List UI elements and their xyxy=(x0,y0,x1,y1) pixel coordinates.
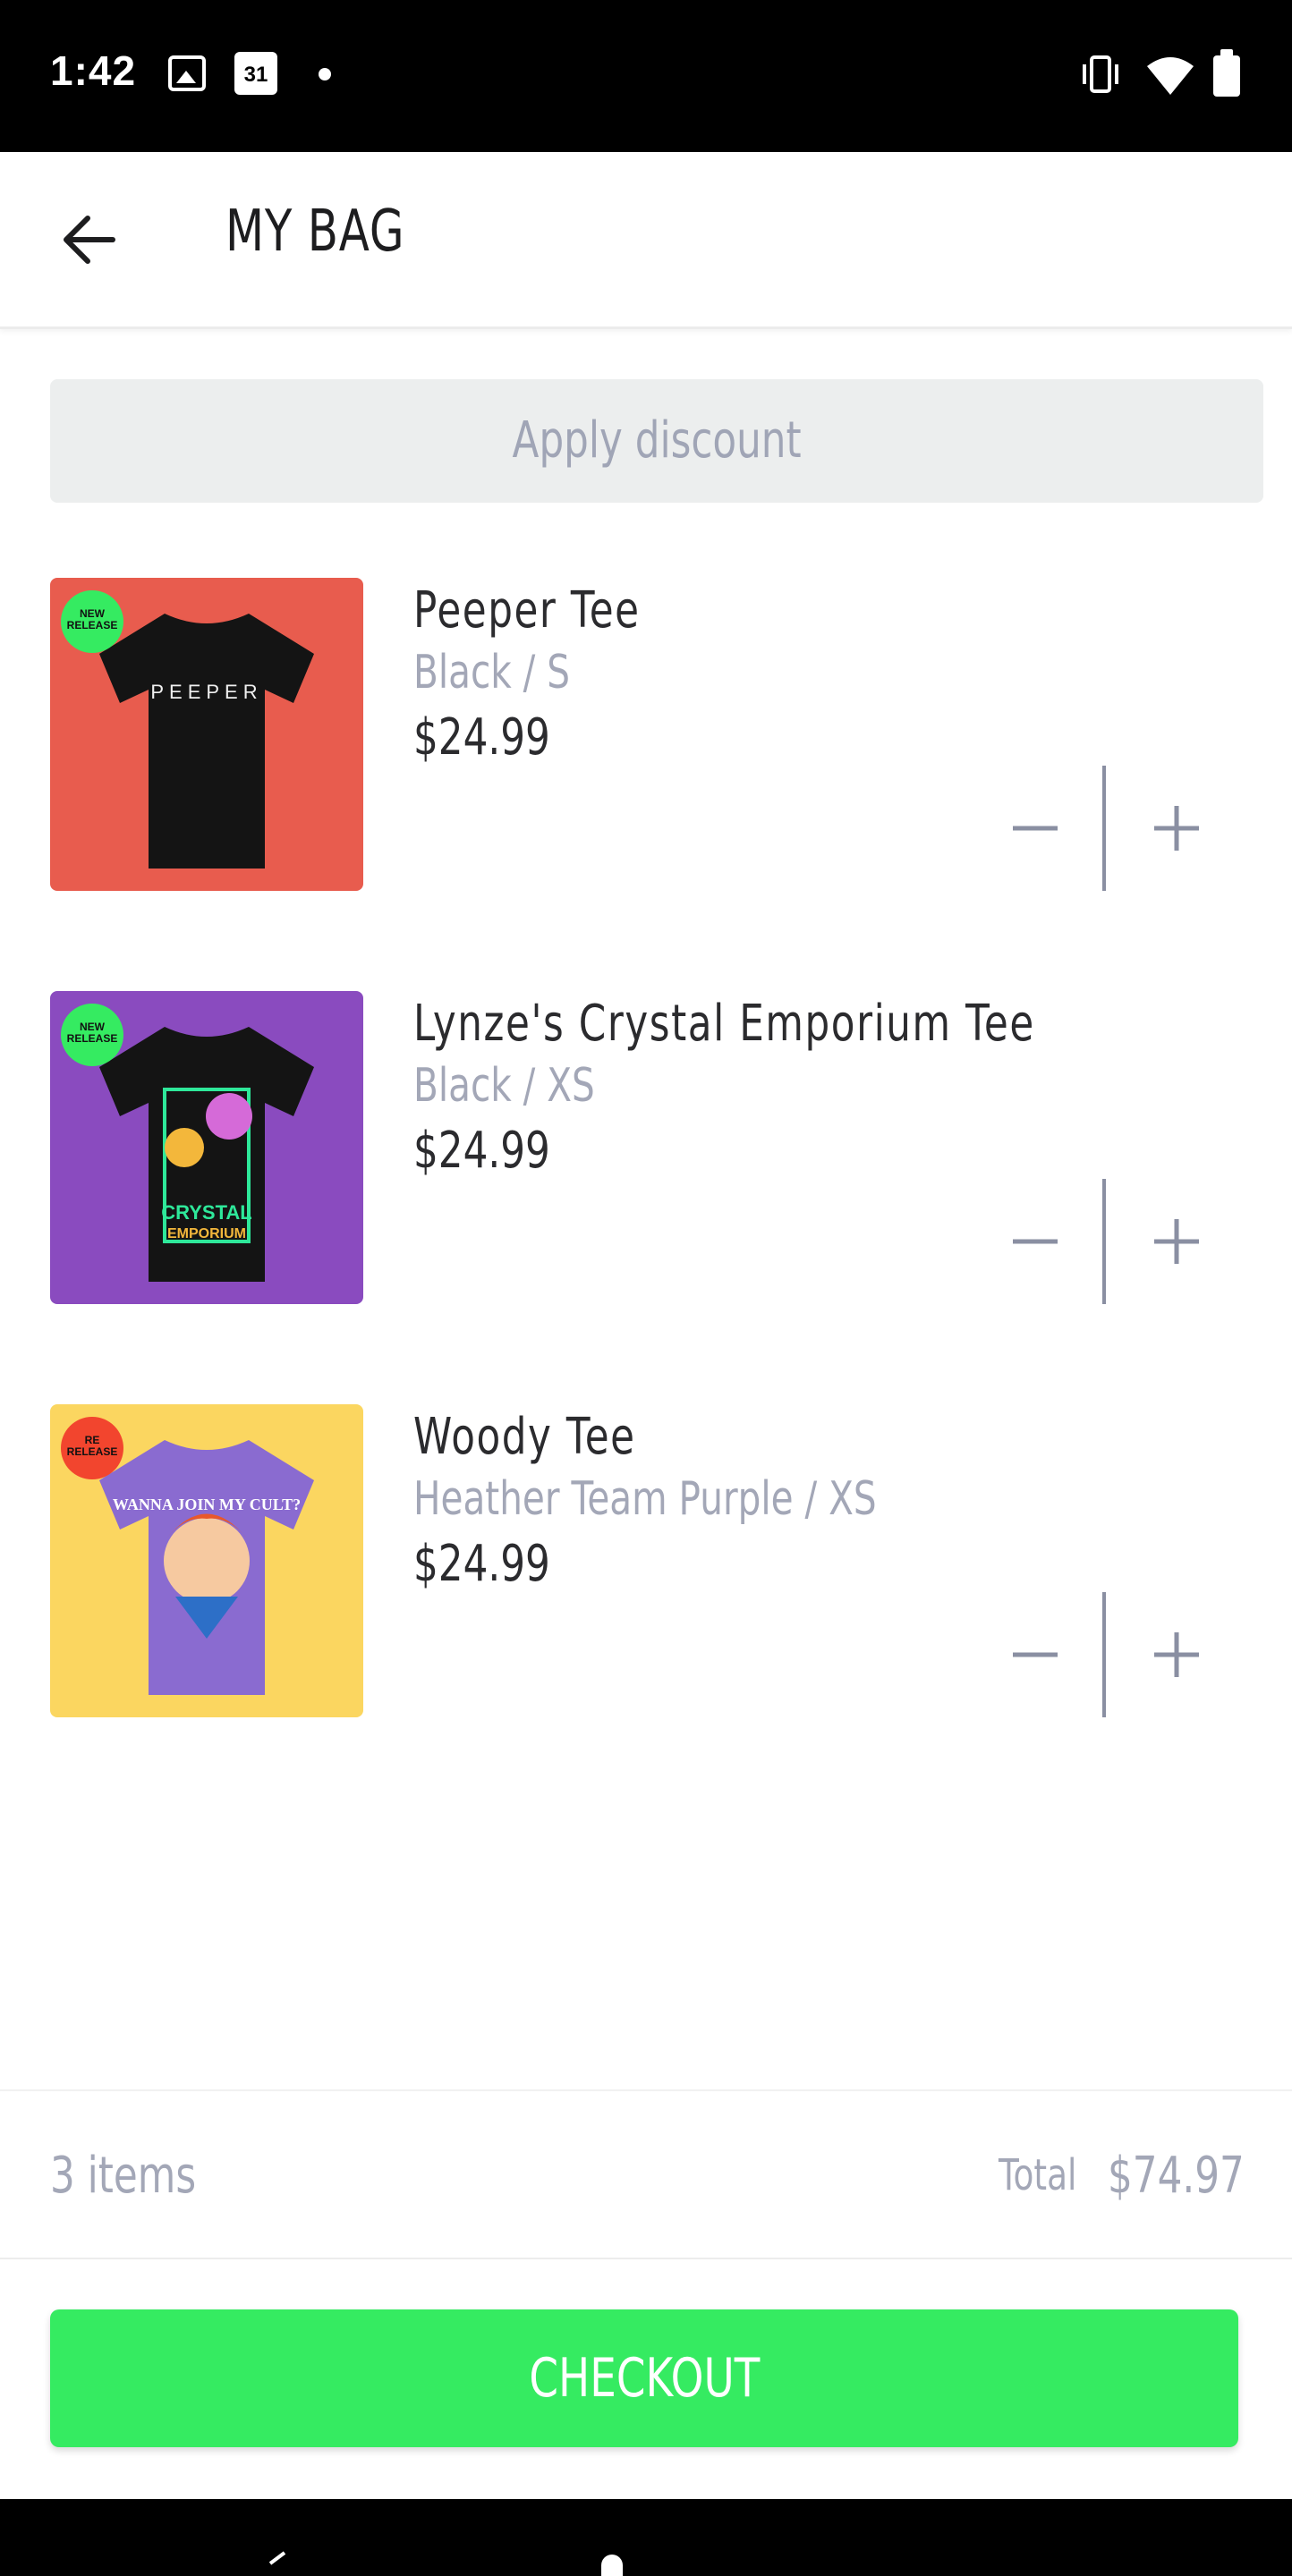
cart-item: CRYSTAL EMPORIUM NEW RELEASE Lynze's Crys… xyxy=(0,991,1292,1304)
notification-dot-icon xyxy=(319,68,331,80)
minus-icon[interactable] xyxy=(995,766,1075,891)
re-release-badge: RE RELEASE xyxy=(61,1417,123,1479)
shirt-print-text: CRYSTAL xyxy=(161,1201,251,1224)
stepper-divider xyxy=(1102,766,1106,891)
minus-icon[interactable] xyxy=(995,1592,1075,1717)
item-price: $24.99 xyxy=(413,1535,550,1593)
new-release-badge: NEW RELEASE xyxy=(61,1004,123,1066)
system-nav-bar xyxy=(0,2499,1292,2576)
plus-icon[interactable] xyxy=(1136,1592,1217,1717)
minus-icon[interactable] xyxy=(995,1179,1075,1304)
app-header: MY BAG xyxy=(0,152,1292,329)
checkout-button[interactable]: CHECKOUT xyxy=(50,2309,1238,2447)
items-count: 3 items xyxy=(50,2147,197,2205)
battery-icon xyxy=(1213,49,1240,97)
apply-discount-label: Apply discount xyxy=(512,411,802,470)
shirt-print-text: PEEPER xyxy=(150,681,262,703)
total-value: $74.97 xyxy=(1108,2147,1245,2205)
nav-home-icon[interactable] xyxy=(601,2555,623,2576)
wifi-icon xyxy=(1147,57,1194,95)
shirt-print-text: WANNA JOIN MY CULT? xyxy=(113,1496,301,1513)
page-title: MY BAG xyxy=(225,199,405,265)
item-name[interactable]: Lynze's Crystal Emporium Tee xyxy=(413,995,1035,1053)
calendar-icon: 31 xyxy=(234,52,277,95)
stepper-divider xyxy=(1102,1592,1106,1717)
item-variant: Black / XS xyxy=(413,1059,595,1113)
nav-back-icon[interactable] xyxy=(265,2551,292,2576)
stepper-divider xyxy=(1102,1179,1106,1304)
item-name[interactable]: Woody Tee xyxy=(413,1408,636,1466)
item-price: $24.99 xyxy=(413,708,550,767)
checkout-label: CHECKOUT xyxy=(529,2347,760,2410)
new-release-badge: NEW RELEASE xyxy=(61,590,123,653)
arrow-left-icon[interactable] xyxy=(54,204,125,275)
product-image[interactable]: PEEPER NEW RELEASE xyxy=(50,578,363,891)
cart-item: WANNA JOIN MY CULT? RE RELEASE Woody Tee … xyxy=(0,1404,1292,1717)
order-summary: 3 items Total $74.97 xyxy=(0,2089,1292,2259)
status-time: 1:42 xyxy=(50,47,137,94)
vibrate-icon xyxy=(1083,55,1118,93)
item-name[interactable]: Peeper Tee xyxy=(413,581,641,640)
product-image[interactable]: WANNA JOIN MY CULT? RE RELEASE xyxy=(50,1404,363,1717)
photo-icon xyxy=(168,55,206,91)
item-price: $24.99 xyxy=(413,1122,550,1180)
quantity-stepper xyxy=(995,766,1210,891)
status-bar: 1:42 31 xyxy=(0,0,1292,152)
cart-item: PEEPER NEW RELEASE Peeper Tee Black / S $… xyxy=(0,578,1292,891)
apply-discount-button[interactable]: Apply discount xyxy=(50,379,1263,503)
quantity-stepper xyxy=(995,1179,1210,1304)
total-label: Total xyxy=(999,2150,1077,2200)
item-variant: Heather Team Purple / XS xyxy=(413,1472,877,1526)
product-image[interactable]: CRYSTAL EMPORIUM NEW RELEASE xyxy=(50,991,363,1304)
plus-icon[interactable] xyxy=(1136,1179,1217,1304)
quantity-stepper xyxy=(995,1592,1210,1717)
plus-icon[interactable] xyxy=(1136,766,1217,891)
item-variant: Black / S xyxy=(413,646,570,699)
shirt-print-text-2: EMPORIUM xyxy=(167,1226,246,1241)
